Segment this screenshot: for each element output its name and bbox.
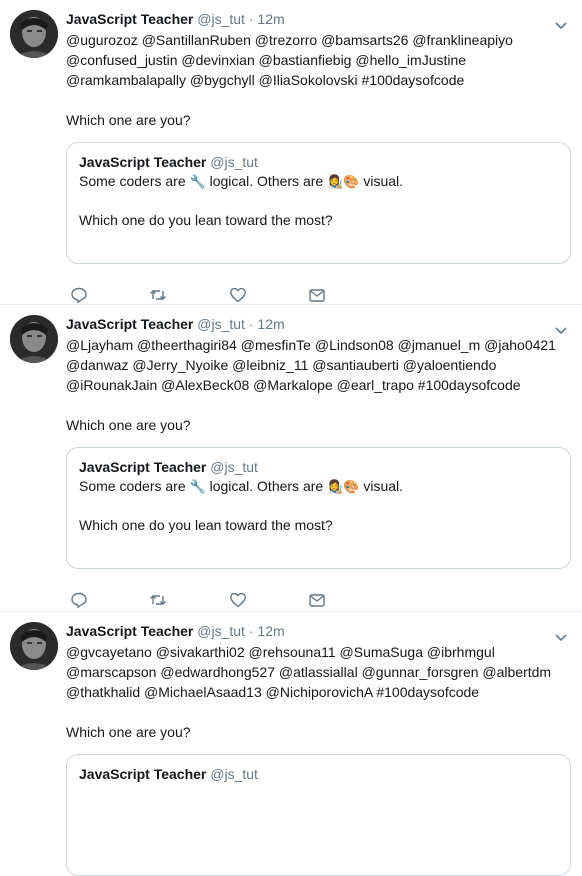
quoted-author-handle: @js_tut (210, 154, 258, 170)
timestamp[interactable]: 12m (257, 316, 284, 332)
heart-icon[interactable] (229, 286, 247, 304)
quoted-tweet-header: JavaScript Teacher @js_tut (79, 458, 558, 476)
chevron-down-icon[interactable] (554, 323, 568, 335)
separator-dot: · (248, 623, 254, 639)
mentions-text[interactable]: @ugurozoz @SantillanRuben @trezorro @bam… (66, 30, 570, 90)
chevron-down-icon[interactable] (554, 630, 568, 642)
quoted-tweet-header: JavaScript Teacher @js_tut (79, 153, 558, 171)
separator-dot: · (248, 316, 254, 332)
quoted-author-handle: @js_tut (210, 766, 258, 782)
question-text: Which one are you? (66, 112, 191, 128)
quoted-tweet-line-1: Some coders are 🔧 logical. Others are 👩‍… (79, 171, 558, 192)
heart-icon[interactable] (229, 591, 247, 609)
reply-icon[interactable] (70, 286, 88, 304)
timestamp[interactable]: 12m (257, 11, 284, 27)
tweet-header: JavaScript Teacher @js_tut · 12m (66, 10, 570, 28)
quoted-text-part: visual. (359, 478, 404, 494)
quoted-text-part: logical. Others are (205, 478, 328, 494)
question-text: Which one are you? (66, 417, 191, 433)
tweet-header: JavaScript Teacher @js_tut · 12m (66, 315, 570, 333)
timestamp[interactable]: 12m (257, 623, 284, 639)
quoted-text-part: logical. Others are (205, 173, 328, 189)
quoted-text-part: Some coders are (79, 478, 190, 494)
author-name[interactable]: JavaScript Teacher (66, 316, 193, 332)
quoted-tweet[interactable]: JavaScript Teacher @js_tut Some coders a… (66, 142, 571, 264)
quoted-author-name: JavaScript Teacher (79, 154, 207, 170)
quoted-author-name: JavaScript Teacher (79, 459, 207, 475)
tweet[interactable]: JavaScript Teacher @js_tut · 12m @uguroz… (0, 0, 582, 305)
author-handle[interactable]: @js_tut (197, 316, 245, 332)
quoted-tweet-line-1: Some coders are 🔧 logical. Others are 👩‍… (79, 476, 558, 497)
envelope-icon[interactable] (308, 591, 326, 609)
artist-icon: 👩‍🎨🎨 (327, 174, 360, 189)
retweet-icon[interactable] (149, 591, 167, 609)
quoted-tweet-line-2: Which one do you lean toward the most? (79, 517, 333, 533)
envelope-icon[interactable] (308, 286, 326, 304)
separator-dot: · (248, 11, 254, 27)
quoted-author-handle: @js_tut (210, 459, 258, 475)
retweet-icon[interactable] (149, 286, 167, 304)
tweet-header: JavaScript Teacher @js_tut · 12m (66, 622, 570, 640)
quoted-text-part: visual. (359, 173, 404, 189)
tweet-text: @ugurozoz @SantillanRuben @trezorro @bam… (66, 30, 570, 130)
mentions-text[interactable]: @Ljayham @theerthagiri84 @mesfinTe @Lind… (66, 335, 570, 395)
reply-icon[interactable] (70, 591, 88, 609)
wrench-icon: 🔧 (189, 479, 206, 494)
mentions-text[interactable]: @gvcayetano @sivakarthi02 @rehsouna11 @S… (66, 642, 570, 702)
author-name[interactable]: JavaScript Teacher (66, 11, 193, 27)
avatar[interactable] (10, 315, 58, 363)
quoted-tweet[interactable]: JavaScript Teacher @js_tut (66, 754, 571, 876)
quoted-author-name: JavaScript Teacher (79, 766, 207, 782)
artist-icon: 👩‍🎨🎨 (327, 479, 360, 494)
avatar[interactable] (10, 10, 58, 58)
quoted-text-part: Some coders are (79, 173, 190, 189)
chevron-down-icon[interactable] (554, 18, 568, 30)
wrench-icon: 🔧 (189, 174, 206, 189)
tweet[interactable]: JavaScript Teacher @js_tut · 12m @Ljayha… (0, 305, 582, 612)
question-text: Which one are you? (66, 724, 191, 740)
quoted-tweet-line-2: Which one do you lean toward the most? (79, 212, 333, 228)
quoted-tweet[interactable]: JavaScript Teacher @js_tut Some coders a… (66, 447, 571, 569)
author-handle[interactable]: @js_tut (197, 11, 245, 27)
tweet[interactable]: JavaScript Teacher @js_tut · 12m @gvcaye… (0, 612, 582, 876)
tweet-text: @gvcayetano @sivakarthi02 @rehsouna11 @S… (66, 642, 570, 742)
author-name[interactable]: JavaScript Teacher (66, 623, 193, 639)
author-handle[interactable]: @js_tut (197, 623, 245, 639)
tweet-text: @Ljayham @theerthagiri84 @mesfinTe @Lind… (66, 335, 570, 435)
quoted-tweet-header: JavaScript Teacher @js_tut (79, 765, 558, 783)
avatar[interactable] (10, 622, 58, 670)
